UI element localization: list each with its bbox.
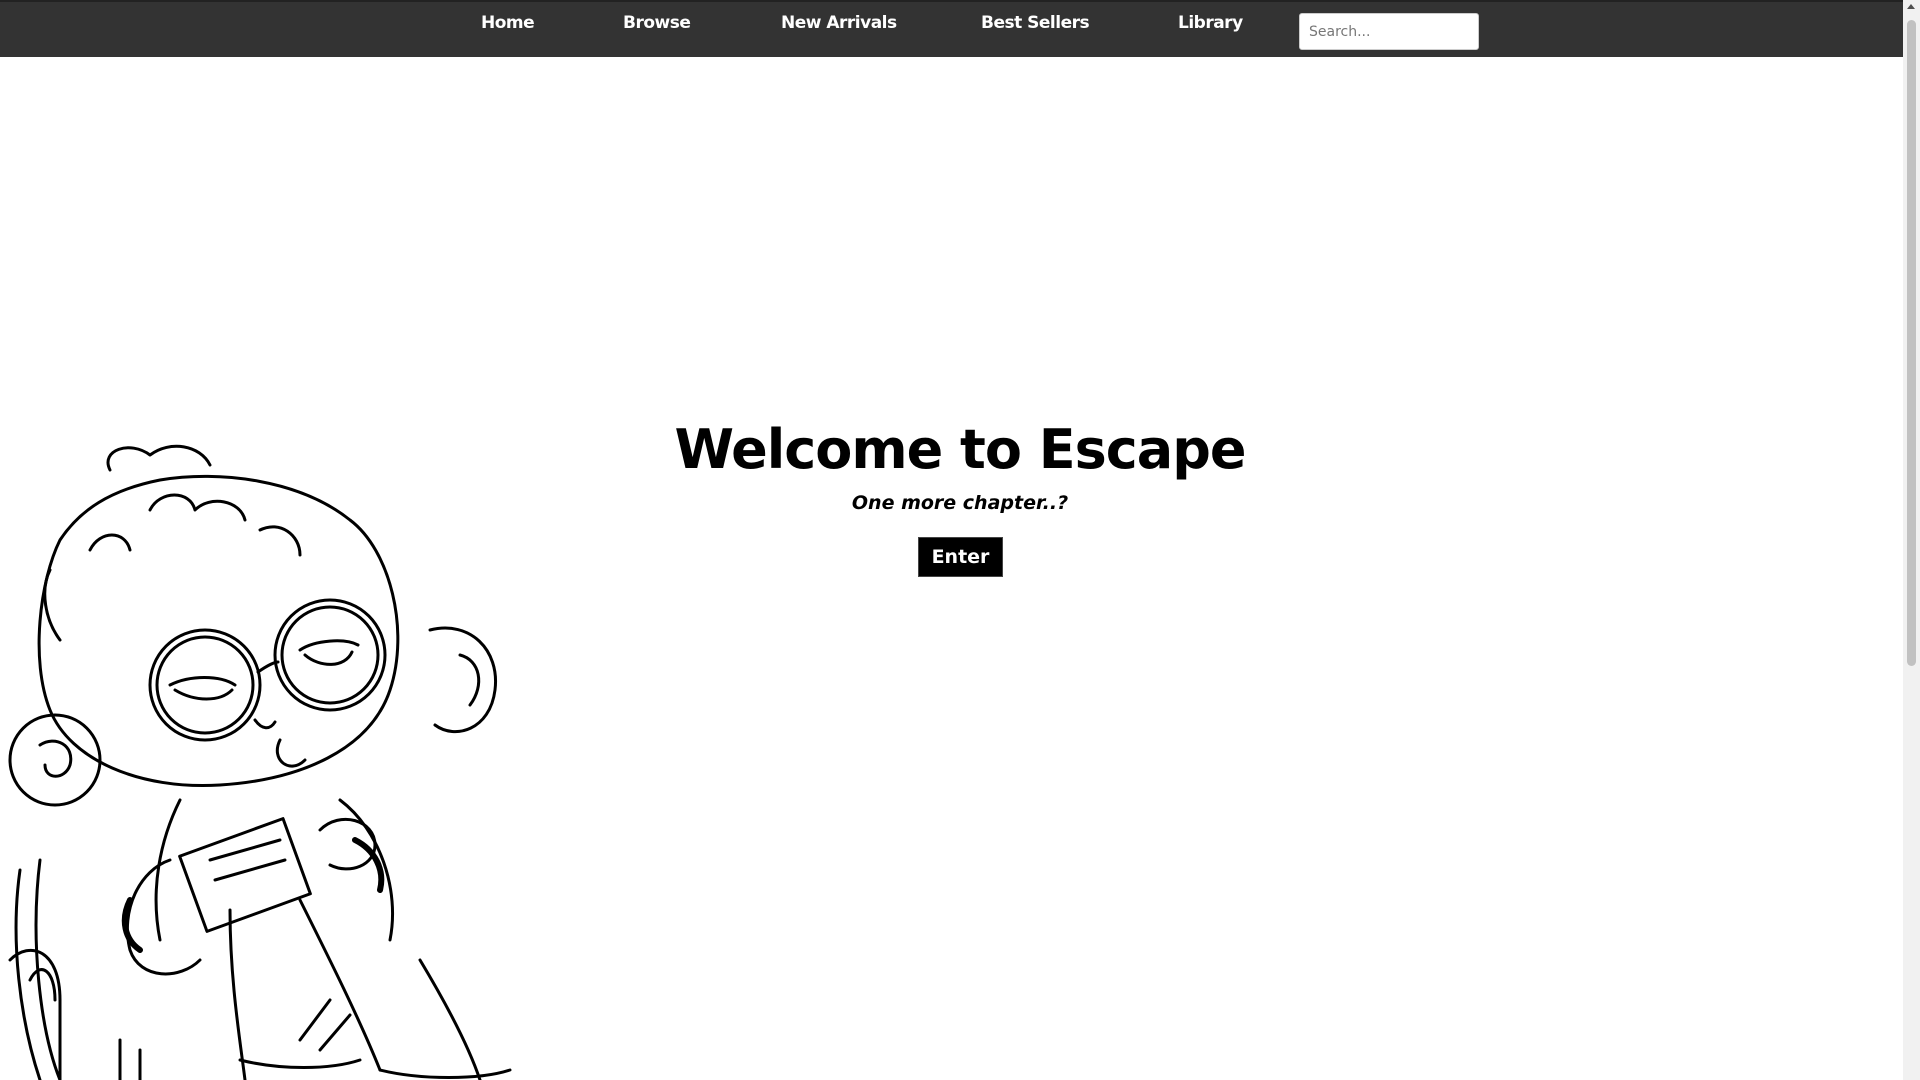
reading-character-illustration (8, 444, 512, 1080)
nav-link-new-arrivals[interactable]: New Arrivals (781, 13, 897, 33)
scroll-up-arrow-icon[interactable] (1907, 4, 1915, 9)
vertical-scrollbar[interactable] (1903, 0, 1920, 1080)
enter-button[interactable]: Enter (918, 537, 1003, 577)
nav-link-browse[interactable]: Browse (623, 13, 691, 33)
page: Home Browse New Arrivals Best Sellers Li… (0, 0, 1920, 1080)
nav-link-best-sellers[interactable]: Best Sellers (981, 13, 1090, 33)
scrollbar-thumb[interactable] (1907, 20, 1916, 666)
nav-link-library[interactable]: Library (1178, 13, 1243, 33)
top-navbar: Home Browse New Arrivals Best Sellers Li… (0, 0, 1903, 57)
search-input[interactable] (1299, 13, 1479, 50)
nav-link-home[interactable]: Home (481, 13, 535, 33)
